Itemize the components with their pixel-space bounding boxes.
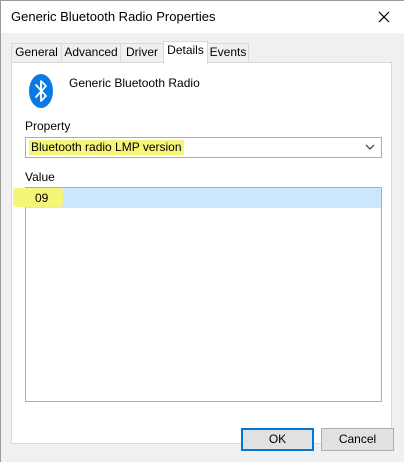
tab-advanced[interactable]: Advanced — [61, 43, 121, 61]
title-bar[interactable]: Generic Bluetooth Radio Properties — [1, 1, 404, 33]
list-item-text: 09 — [35, 191, 49, 205]
value-label: Value — [25, 170, 55, 184]
property-label: Property — [25, 119, 71, 133]
tab-driver[interactable]: Driver — [120, 43, 164, 61]
device-name: Generic Bluetooth Radio — [69, 76, 200, 90]
dialog-body: General Advanced Driver Details Events G… — [1, 33, 404, 462]
property-dropdown[interactable]: Bluetooth radio LMP version — [25, 137, 382, 158]
window-title: Generic Bluetooth Radio Properties — [11, 9, 216, 24]
cancel-button[interactable]: Cancel — [321, 428, 394, 451]
property-selected-value: Bluetooth radio LMP version — [29, 140, 184, 155]
close-icon — [378, 11, 390, 23]
list-item[interactable]: 09 — [13, 188, 381, 208]
tab-details[interactable]: Details — [163, 41, 208, 64]
details-panel: Generic Bluetooth Radio Property Bluetoo… — [11, 62, 392, 444]
chevron-down-icon — [365, 144, 375, 150]
ok-button[interactable]: OK — [241, 428, 314, 451]
tab-events[interactable]: Events — [207, 43, 249, 61]
close-button[interactable] — [370, 5, 398, 29]
tab-general[interactable]: General — [11, 43, 62, 61]
bluetooth-icon — [29, 74, 53, 108]
value-list[interactable]: 09 — [13, 187, 382, 402]
properties-dialog: Generic Bluetooth Radio Properties Gener… — [0, 0, 404, 462]
